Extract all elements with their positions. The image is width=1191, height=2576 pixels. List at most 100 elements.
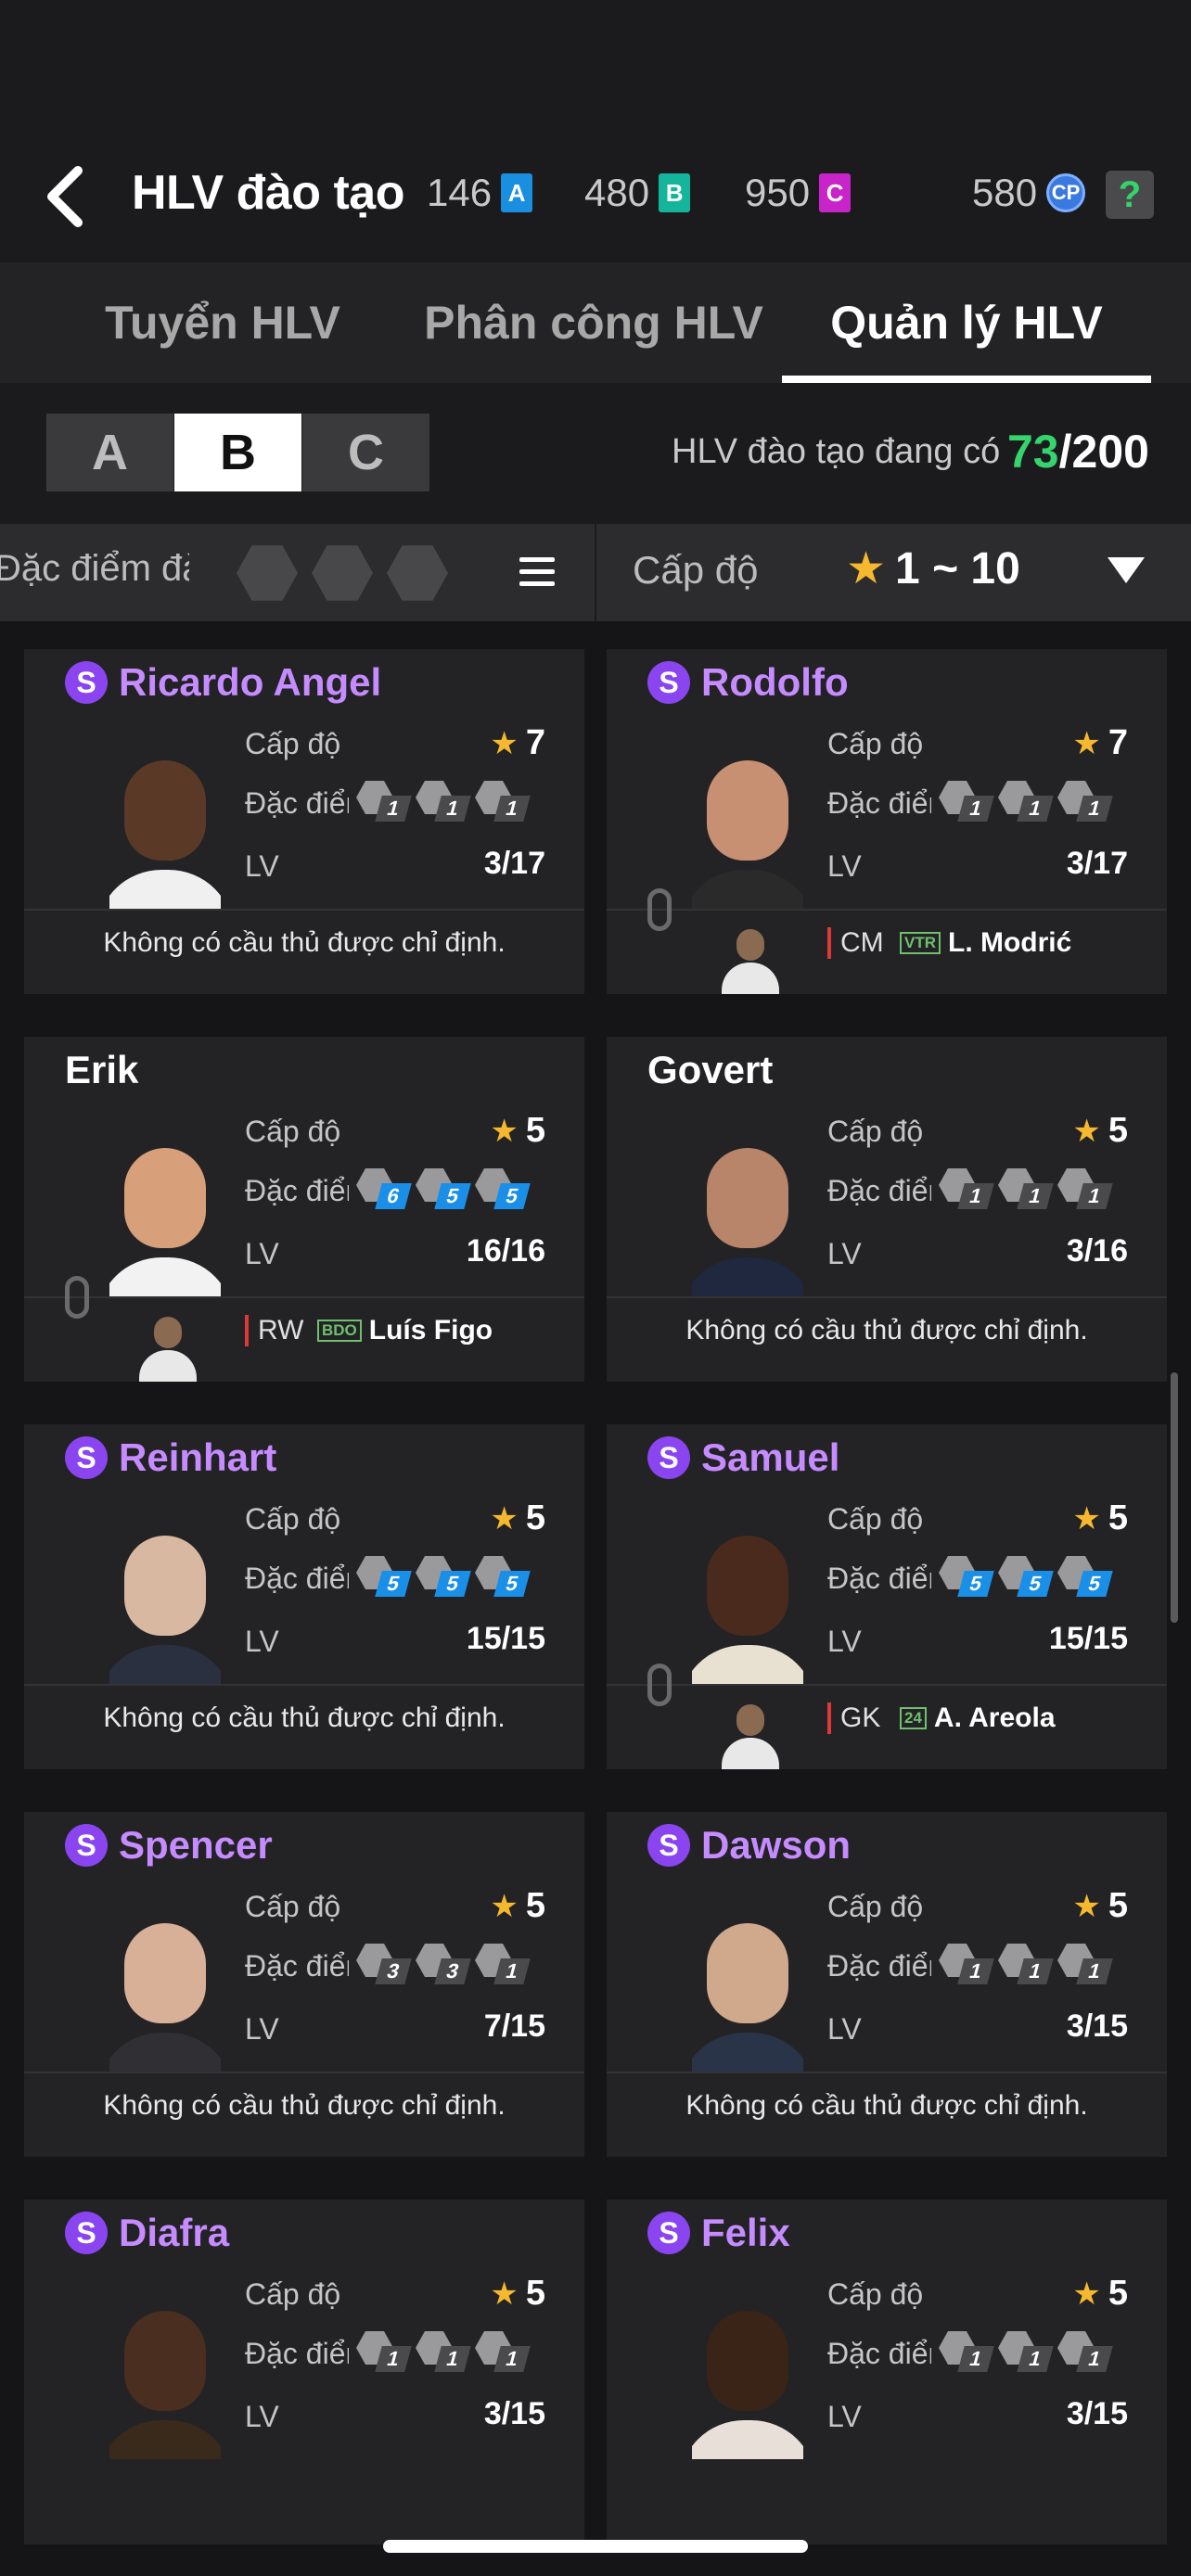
tab-assign[interactable]: Phân công HLV xyxy=(417,262,770,383)
lv-label: LV xyxy=(827,849,862,883)
coach-traits: 111 xyxy=(356,2329,531,2372)
trait-level: 1 xyxy=(375,796,412,822)
lv-label: LV xyxy=(827,2400,862,2433)
coach-card[interactable]: ErikCấp độ★5Đặc điểm655LV16/16RWBDOLuís … xyxy=(24,1037,584,1382)
grade-a-button[interactable]: A xyxy=(46,414,173,491)
star-icon: ★ xyxy=(1072,1501,1101,1537)
trait-slot-3[interactable] xyxy=(387,545,448,601)
coach-list[interactable]: SRicardo AngelCấp độ★7Đặc điểm111LV3/17K… xyxy=(0,621,1191,2576)
coach-traits: 111 xyxy=(939,1942,1113,1984)
season-badge: 24 xyxy=(900,1707,927,1729)
training-trait-icon[interactable]: 1 xyxy=(939,2329,994,2372)
coach-traits: 555 xyxy=(356,1554,531,1597)
training-trait-icon[interactable]: 5 xyxy=(939,1554,994,1597)
assigned-player[interactable]: CM VTR L. Modrić xyxy=(607,911,1167,994)
star-icon: ★ xyxy=(490,726,519,761)
coach-traits: 555 xyxy=(939,1554,1113,1597)
coach-name: Diafra xyxy=(119,2211,230,2254)
training-trait-icon[interactable]: 6 xyxy=(356,1167,412,1209)
coach-card[interactable]: SReinhartCấp độ★5Đặc điểm555LV15/15Không… xyxy=(24,1424,584,1769)
training-trait-icon[interactable]: 1 xyxy=(1057,2329,1113,2372)
coach-card[interactable]: GovertCấp độ★5Đặc điểm111LV3/16Không có … xyxy=(607,1037,1167,1382)
coach-portrait xyxy=(109,2311,221,2459)
training-trait-icon[interactable]: 1 xyxy=(356,2329,412,2372)
currency-cp-value: 580 xyxy=(972,171,1038,214)
coach-name-row: S Samuel xyxy=(647,1435,839,1480)
back-button[interactable] xyxy=(37,159,93,234)
player-thumbnail xyxy=(135,1307,200,1382)
coach-stars-value: 5 xyxy=(1108,1111,1128,1150)
home-indicator xyxy=(383,2540,808,2553)
coach-card[interactable]: SRodolfoCấp độ★7Đặc điểm111LV3/17CMVTRL.… xyxy=(607,649,1167,994)
training-trait-icon[interactable]: 5 xyxy=(1057,1554,1113,1597)
tab-recruit[interactable]: Tuyển HLV xyxy=(65,262,380,383)
level-label: Cấp độ xyxy=(827,727,924,760)
training-trait-icon[interactable]: 5 xyxy=(475,1554,531,1597)
menu-icon[interactable] xyxy=(519,557,555,587)
coach-portrait xyxy=(109,1923,221,2072)
level-label: Cấp độ xyxy=(245,727,341,760)
lv-label: LV xyxy=(827,1625,862,1658)
training-trait-icon[interactable]: 1 xyxy=(416,779,471,822)
currency-cp: 580 CP xyxy=(972,171,1086,215)
player-club-season: VTR L. Modrić xyxy=(900,927,1071,959)
training-trait-icon[interactable]: 1 xyxy=(998,2329,1054,2372)
card-divider xyxy=(24,909,584,911)
assigned-player[interactable]: RW BDO Luís Figo xyxy=(24,1298,584,1382)
training-trait-icon[interactable]: 1 xyxy=(998,1167,1054,1209)
trait-level: 1 xyxy=(1076,1958,1113,1984)
coach-card[interactable]: SDawsonCấp độ★5Đặc điểm111LV3/15Không có… xyxy=(607,1812,1167,2157)
training-trait-icon[interactable]: 1 xyxy=(939,1942,994,1984)
coach-stars: ★ 5 xyxy=(490,1886,545,1926)
trait-slot-2[interactable] xyxy=(312,545,373,601)
training-trait-icon[interactable]: 1 xyxy=(1057,1942,1113,1984)
trait-level: 1 xyxy=(1076,2346,1113,2372)
training-trait-icon[interactable]: 1 xyxy=(1057,1167,1113,1209)
training-trait-icon[interactable]: 5 xyxy=(475,1167,531,1209)
training-trait-icon[interactable]: 1 xyxy=(998,1942,1054,1984)
training-trait-icon[interactable]: 1 xyxy=(939,779,994,822)
coach-stars: ★ 5 xyxy=(490,1111,545,1151)
scrollbar[interactable] xyxy=(1171,1372,1178,1623)
grade-c-button[interactable]: C xyxy=(302,414,429,491)
coach-card[interactable]: SSamuelCấp độ★5Đặc điểm555LV15/15GK24A. … xyxy=(607,1424,1167,1769)
training-trait-icon[interactable]: 3 xyxy=(416,1942,471,1984)
currency-c-value: 950 xyxy=(745,171,811,214)
coach-card[interactable]: SSpencerCấp độ★5Đặc điểm331LV7/15Không c… xyxy=(24,1812,584,2157)
coach-portrait xyxy=(692,1148,803,1296)
tab-manage[interactable]: Quản lý HLV xyxy=(782,262,1151,383)
grade-b-button[interactable]: B xyxy=(174,414,301,491)
coach-portrait xyxy=(692,1536,803,1684)
trait-level: 5 xyxy=(957,1571,994,1597)
training-trait-icon[interactable]: 1 xyxy=(998,779,1054,822)
training-trait-icon[interactable]: 5 xyxy=(416,1167,471,1209)
training-trait-icon[interactable]: 5 xyxy=(998,1554,1054,1597)
trait-level: 3 xyxy=(434,1958,471,1984)
trait-slot-1[interactable] xyxy=(237,545,298,601)
training-trait-icon[interactable]: 3 xyxy=(356,1942,412,1984)
coach-card[interactable]: SRicardo AngelCấp độ★7Đặc điểm111LV3/17K… xyxy=(24,649,584,994)
training-trait-icon[interactable]: 1 xyxy=(475,2329,531,2372)
trait-level: 1 xyxy=(434,796,471,822)
card-divider xyxy=(607,1296,1167,1298)
lv-label: LV xyxy=(245,1237,279,1270)
training-trait-icon[interactable]: 5 xyxy=(356,1554,412,1597)
lv-label: LV xyxy=(245,2012,279,2046)
training-trait-icon[interactable]: 5 xyxy=(416,1554,471,1597)
coach-name-row: S Spencer xyxy=(65,1823,273,1868)
training-trait-icon[interactable]: 1 xyxy=(416,2329,471,2372)
assigned-player[interactable]: GK 24 A. Areola xyxy=(607,1686,1167,1769)
trait-filter[interactable]: Đặc điểm đào tạo xyxy=(0,524,594,621)
help-button[interactable]: ? xyxy=(1106,171,1154,219)
player-position: CM xyxy=(827,927,884,959)
tab-bar: Tuyển HLV Phân công HLV Quản lý HLV xyxy=(0,262,1191,383)
coach-card[interactable]: SFelixCấp độ★5Đặc điểm111LV3/15 xyxy=(607,2200,1167,2544)
coach-card[interactable]: SDiafraCấp độ★5Đặc điểm111LV3/15 xyxy=(24,2200,584,2544)
training-trait-icon[interactable]: 1 xyxy=(939,1167,994,1209)
training-trait-icon[interactable]: 1 xyxy=(475,1942,531,1984)
training-trait-icon[interactable]: 1 xyxy=(356,779,412,822)
training-trait-icon[interactable]: 1 xyxy=(475,779,531,822)
training-trait-icon[interactable]: 1 xyxy=(1057,779,1113,822)
currency-c: 950 C xyxy=(745,171,852,215)
coach-lv: 15/15 xyxy=(466,1621,545,1656)
